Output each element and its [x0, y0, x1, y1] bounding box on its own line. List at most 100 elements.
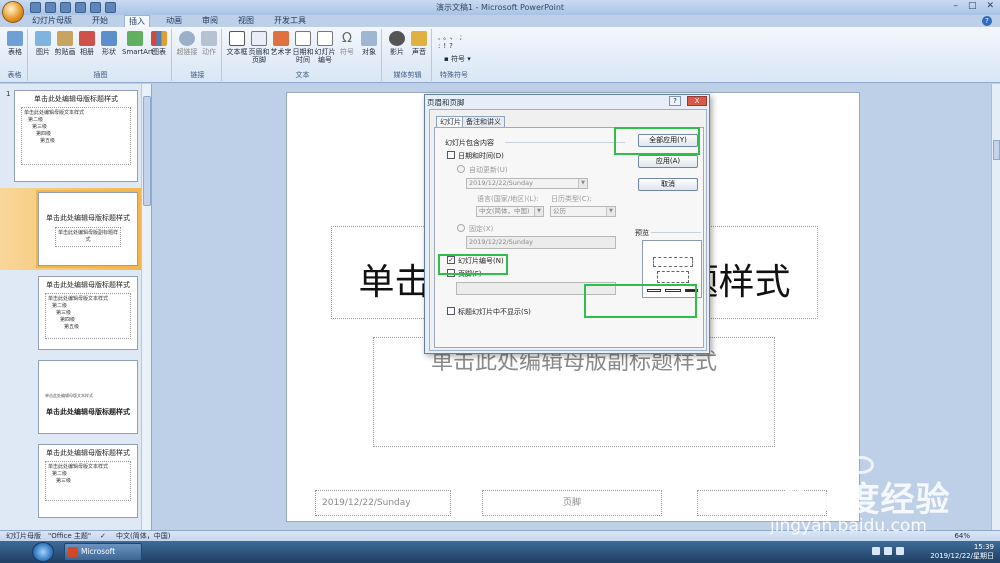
sound-button[interactable]: 声音: [408, 31, 430, 56]
table-icon: [7, 31, 23, 46]
network-icon[interactable]: [872, 547, 880, 555]
chevron-down-icon: ▼: [578, 179, 587, 188]
minimize-button[interactable]: –: [953, 1, 958, 11]
slide-thumbnail[interactable]: 单击此处编辑母版标题样式 单击此处编辑母版文本样式 第二级 第三级 第四级 第五…: [38, 276, 138, 350]
clock[interactable]: 15:39 2019/12/22/星期日: [930, 543, 994, 561]
auto-update-select[interactable]: 2019/12/22/Sunday ▼: [466, 178, 588, 189]
fixed-radio[interactable]: [457, 224, 465, 232]
symbol-button[interactable]: Ω 符号: [336, 31, 358, 56]
slide-number-button[interactable]: 幻灯片编号: [314, 31, 336, 64]
tab-animations[interactable]: 动画: [162, 15, 186, 27]
chart-button[interactable]: 图表: [148, 31, 170, 56]
object-icon: [361, 31, 377, 46]
highlight-preview-number: [584, 284, 697, 318]
preview-title-box: [653, 257, 693, 267]
table-button[interactable]: 表格: [4, 31, 26, 56]
datetime-button[interactable]: 日期和时间: [292, 31, 314, 64]
taskbar: Microsoft Powe... 15:39 2019/12/22/星期日: [0, 541, 1000, 563]
panel-scrollbar[interactable]: [141, 84, 151, 530]
slide-thumbnail[interactable]: 单击此处编辑母版标题样式 单击此处编辑母版副标题样式: [36, 190, 140, 268]
group-text: 文本框 页眉和页脚 艺术字 日期和时间 幻灯片编号 Ω 符号 对象 文本: [224, 29, 382, 81]
shapes-button[interactable]: 形状: [98, 31, 120, 56]
slide-thumbnail[interactable]: 单击此处编辑母版标题样式 单击此处编辑母版文本样式: [38, 360, 138, 434]
language-select[interactable]: 中文(简体，中国) ▼: [476, 206, 544, 217]
preview-label: 预览: [635, 229, 649, 237]
dialog-help-button[interactable]: ?: [669, 96, 681, 106]
tab-insert[interactable]: 插入: [124, 15, 150, 27]
tab-home[interactable]: 开始: [88, 15, 112, 27]
auto-update-radio[interactable]: [457, 165, 465, 173]
film-icon: [389, 31, 405, 46]
taskbar-powerpoint[interactable]: Microsoft Powe...: [64, 543, 142, 561]
chevron-down-icon: ▼: [606, 207, 615, 216]
tab-view[interactable]: 视图: [234, 15, 258, 27]
help-icon[interactable]: ?: [982, 16, 992, 26]
title-bar: 演示文稿1 - Microsoft PowerPoint – □ ✕: [0, 0, 1000, 15]
textbox-icon: [229, 31, 245, 46]
date-placeholder[interactable]: 2019/12/22/Sunday: [315, 490, 451, 516]
textbox-button[interactable]: 文本框: [226, 31, 248, 56]
status-view: 幻灯片母版: [6, 532, 41, 540]
slide-thumbnail[interactable]: 单击此处编辑母版标题样式 单击此处编辑母版文本样式 第二级 第三级 第四级 第五…: [14, 90, 138, 182]
special-symbols-grid[interactable]: ,。、; :!?: [438, 33, 470, 51]
slides-panel: 1 单击此处编辑母版标题样式 单击此处编辑母版文本样式 第二级 第三级 第四级 …: [0, 84, 152, 530]
wordart-button[interactable]: 艺术字: [270, 31, 292, 56]
flag-icon[interactable]: [896, 547, 904, 555]
picture-icon: [35, 31, 51, 46]
header-footer-button[interactable]: 页眉和页脚: [248, 31, 270, 64]
clipart-button[interactable]: 剪贴画: [54, 31, 76, 56]
smartart-button[interactable]: SmartArt: [122, 31, 154, 56]
preview-divider: [651, 232, 701, 233]
album-button[interactable]: 相册: [76, 31, 98, 56]
tab-developer[interactable]: 开发工具: [270, 15, 310, 27]
vertical-scrollbar[interactable]: [991, 84, 1000, 530]
calendar-icon: [295, 31, 311, 46]
date-time-checkbox[interactable]: [447, 151, 455, 159]
fixed-date-field[interactable]: 2019/12/22/Sunday: [466, 236, 616, 249]
office-button[interactable]: [2, 1, 24, 23]
dialog-close-button[interactable]: X: [687, 96, 707, 106]
action-button[interactable]: 动作: [198, 31, 220, 56]
highlight-slide-number: [438, 254, 508, 275]
hide-on-title-checkbox[interactable]: [447, 307, 455, 315]
dialog-title: 页眉和页脚: [427, 98, 465, 107]
tab-slide-master[interactable]: 幻灯片母版: [28, 15, 76, 27]
movie-button[interactable]: 影片: [386, 31, 408, 56]
spellcheck-icon[interactable]: ✓: [100, 531, 106, 541]
highlight-apply-all: [614, 127, 700, 155]
slide-number: 1: [6, 90, 11, 98]
baidu-watermark: Bai度经验 jingyan.baidu.com: [760, 450, 985, 540]
group-table: 表格 表格: [2, 29, 28, 81]
section-label: 幻灯片包含内容: [445, 139, 494, 147]
start-button[interactable]: [32, 542, 54, 562]
speaker-icon: [411, 31, 427, 46]
window-title: 演示文稿1 - Microsoft PowerPoint: [435, 3, 565, 12]
panel-scroll-thumb[interactable]: [143, 96, 151, 206]
picture-button[interactable]: 图片: [32, 31, 54, 56]
action-icon: [201, 31, 217, 46]
tab-notes-handouts[interactable]: 备注和讲义: [462, 116, 505, 127]
scroll-thumb[interactable]: [993, 140, 1000, 160]
volume-icon[interactable]: [884, 547, 892, 555]
section-divider: [505, 142, 625, 143]
album-icon: [79, 31, 95, 46]
hyperlink-button[interactable]: 超链接: [176, 31, 198, 56]
calendar-select[interactable]: 公历 ▼: [550, 206, 616, 217]
powerpoint-icon: [68, 547, 78, 557]
group-media: 影片 声音 媒体剪辑: [384, 29, 432, 81]
footer-placeholder[interactable]: 页脚: [482, 490, 662, 516]
tab-review[interactable]: 审阅: [198, 15, 222, 27]
special-symbol-dropdown[interactable]: ▪ 符号 ▾: [444, 54, 471, 64]
apply-button[interactable]: 应用(A): [638, 155, 698, 168]
chart-icon: [151, 31, 167, 46]
status-language[interactable]: 中文(简体，中国): [116, 531, 170, 541]
thumb-body: 单击此处编辑母版文本样式 第二级 第三级 第四级 第五级: [45, 293, 131, 339]
cancel-button[interactable]: 取消: [638, 178, 698, 191]
close-button[interactable]: ✕: [986, 1, 994, 11]
shapes-icon: [101, 31, 117, 46]
object-button[interactable]: 对象: [358, 31, 380, 56]
ribbon-tabs: 幻灯片母版 开始 插入 动画 审阅 视图 开发工具: [28, 15, 310, 27]
slide-thumbnail[interactable]: 单击此处编辑母版标题样式 单击此处编辑母版文本样式 第二级 第三级: [38, 444, 138, 518]
maximize-button[interactable]: □: [968, 1, 977, 11]
group-links: 超链接 动作 链接: [174, 29, 222, 81]
